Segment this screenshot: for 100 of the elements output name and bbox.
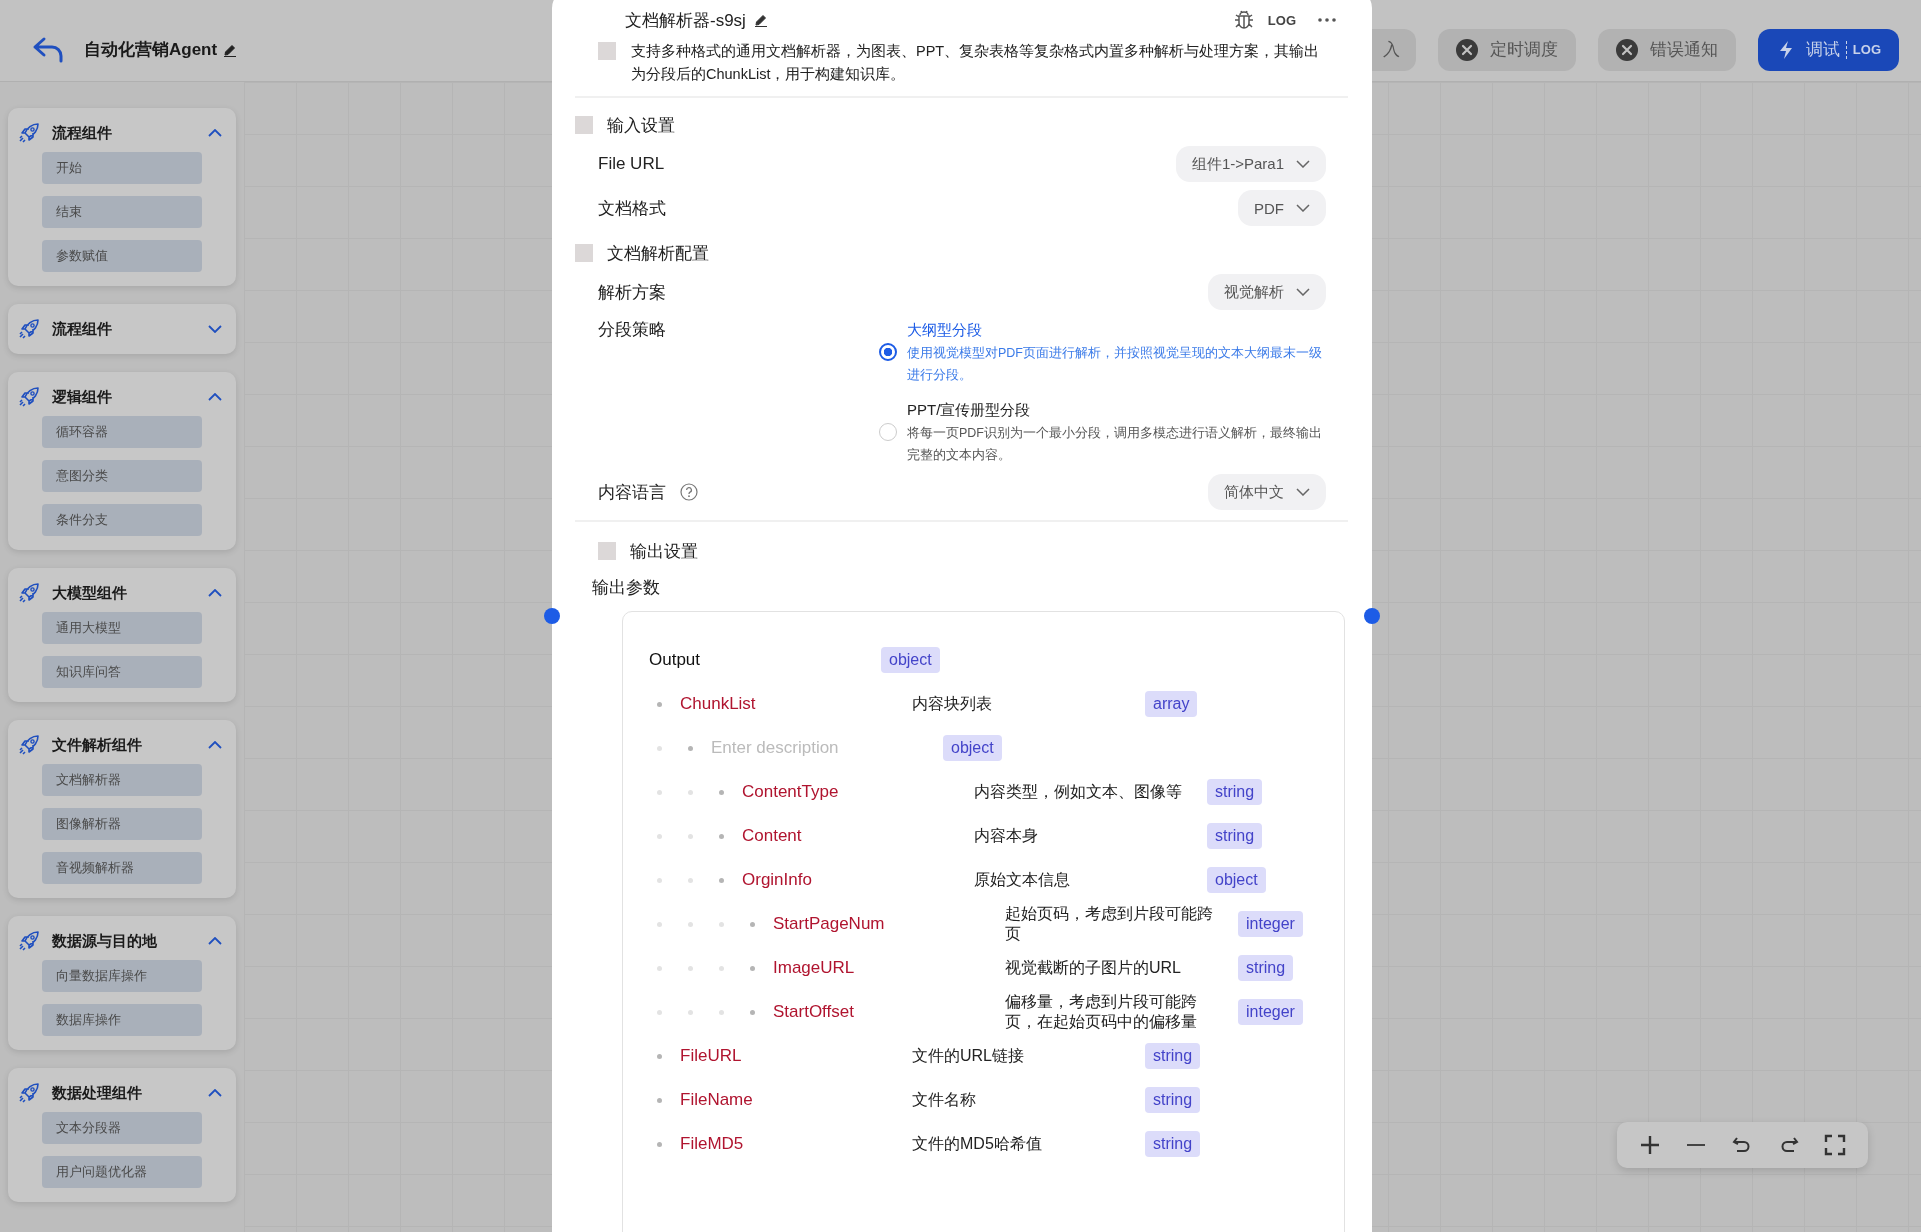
sidebar-item[interactable]: 数据库操作: [42, 1004, 202, 1036]
chevron-up-icon[interactable]: [208, 937, 222, 945]
sidebar-item[interactable]: 结束: [42, 196, 202, 228]
group-title: 流程组件: [52, 319, 113, 339]
chevron-down-icon[interactable]: [208, 325, 222, 333]
sidebar-item[interactable]: 文档解析器: [42, 764, 202, 796]
connection-handle[interactable]: [1364, 608, 1380, 624]
fullscreen-icon[interactable]: [1823, 1134, 1846, 1156]
bullet-icon: [719, 877, 724, 883]
chevron-down-icon: [1296, 288, 1310, 296]
bullet-icon: [750, 1009, 755, 1015]
option-description: 使用视觉模型对PDF页面进行解析，并按照视觉呈现的文本大纲最末一级进行分段。: [907, 345, 1323, 384]
toolbar-button[interactable]: 错误通知: [1597, 28, 1736, 71]
group-title: 逻辑组件: [52, 387, 113, 407]
param-description: 文件的MD5哈希值: [912, 1134, 1043, 1154]
log-link[interactable]: LOG: [1267, 12, 1296, 28]
app-title: 自动化营销Agent: [84, 39, 218, 61]
bullet-icon: [657, 877, 662, 883]
field-label: 解析方案: [598, 281, 666, 304]
sidebar-item[interactable]: 音视频解析器: [42, 852, 202, 884]
bullet-icon: [688, 921, 693, 927]
bullet-icon: [657, 965, 662, 971]
type-tag: integer: [1238, 999, 1303, 1025]
bullet-icon: [688, 965, 693, 971]
param-description: 文件的URL链接: [912, 1046, 1025, 1066]
bullet-icon: [719, 965, 724, 971]
bullet-icon: [657, 745, 662, 751]
sidebar-item[interactable]: 通用大模型: [42, 612, 202, 644]
dropdown[interactable]: 视觉解析: [1208, 274, 1326, 310]
debug-button[interactable]: 调试 LOG: [1757, 28, 1899, 71]
option-description: 将每一页PDF识别为一个最小分段，调用多模态进行语义解析，最终输出完整的文本内容。: [907, 425, 1323, 464]
sidebar-item[interactable]: 循环容器: [42, 416, 202, 448]
rocket-icon: [18, 1081, 42, 1105]
lightning-icon: [1777, 39, 1794, 60]
group-title: 数据源与目的地: [52, 931, 158, 951]
param-description: 内容本身: [974, 826, 1039, 846]
dropdown[interactable]: 简体中文: [1208, 474, 1326, 510]
param-name: ContentType: [742, 782, 840, 802]
bullet-icon: [657, 1097, 662, 1103]
rocket-icon: [18, 581, 42, 605]
sidebar-item[interactable]: 文本分段器: [42, 1112, 202, 1144]
bullet-icon: [688, 745, 693, 751]
sidebar-item[interactable]: 开始: [42, 152, 202, 184]
node-description: 支持多种格式的通用文档解析器，为图表、PPT、复杂表格等复杂格式内置多种解析与处理方案，其输出为分段后的ChunkList，用于构建知识库。: [631, 42, 1321, 84]
sidebar-item[interactable]: 意图分类: [42, 460, 202, 492]
chevron-up-icon[interactable]: [208, 589, 222, 597]
chevron-up-icon[interactable]: [208, 1089, 222, 1097]
bullet-icon: [750, 965, 755, 971]
param-name: Content: [742, 826, 803, 846]
type-tag: string: [1207, 823, 1263, 849]
bullet-icon: [657, 833, 662, 839]
type-tag: array: [1145, 691, 1198, 717]
chevron-up-icon[interactable]: [208, 741, 222, 749]
pencil-icon[interactable]: [223, 42, 238, 57]
back-arrow-icon[interactable]: [32, 35, 64, 64]
bullet-icon: [688, 877, 693, 883]
group-title: 文件解析组件: [52, 735, 143, 755]
option-title: 大纲型分段: [907, 320, 983, 340]
type-tag: string: [1145, 1131, 1201, 1157]
param-name: StartOffset: [773, 1002, 855, 1022]
field-label: File URL: [598, 154, 665, 174]
sidebar-item[interactable]: 参数赋值: [42, 240, 202, 272]
connection-handle[interactable]: [544, 608, 560, 624]
sidebar-item[interactable]: 用户问题优化器: [42, 1156, 202, 1188]
help-icon[interactable]: [680, 483, 698, 501]
zoom-in-icon[interactable]: [1639, 1134, 1662, 1156]
chevron-up-icon[interactable]: [208, 393, 222, 401]
rocket-icon: [18, 121, 42, 145]
param-description: 文件名称: [912, 1090, 977, 1110]
dropdown[interactable]: PDF: [1238, 190, 1326, 226]
field-label: 分段策略: [598, 319, 666, 341]
rocket-icon: [18, 733, 42, 757]
section-title: 输出设置: [630, 540, 698, 563]
sidebar-item[interactable]: 知识库问答: [42, 656, 202, 688]
more-icon[interactable]: [1318, 18, 1336, 22]
pencil-icon[interactable]: [753, 13, 768, 27]
rocket-icon: [18, 385, 42, 409]
param-name: FileMD5: [680, 1134, 745, 1154]
bullet-icon: [657, 789, 662, 795]
bullet-icon: [688, 833, 693, 839]
sidebar-item[interactable]: 图像解析器: [42, 808, 202, 840]
param-description: 偏移量，考虑到片段可能跨页，在起始页码中的偏移量: [1005, 992, 1198, 1032]
radio-button[interactable]: [879, 343, 897, 361]
dropdown[interactable]: 组件1->Para1: [1175, 146, 1326, 182]
group-title: 大模型组件: [52, 583, 128, 603]
param-name: ChunkList: [680, 694, 757, 714]
group-title: 流程组件: [52, 123, 113, 143]
param-description: 视觉截断的子图片的URL: [1005, 958, 1182, 978]
bullet-icon: [657, 1141, 662, 1147]
type-tag: string: [1145, 1043, 1201, 1069]
chevron-up-icon[interactable]: [208, 129, 222, 137]
bullet-icon: [657, 701, 662, 707]
sidebar-item[interactable]: 向量数据库操作: [42, 960, 202, 992]
param-description: 内容块列表: [912, 694, 993, 714]
type-tag: integer: [1238, 911, 1303, 937]
bullet-icon: [657, 1009, 662, 1015]
toolbar-button[interactable]: 定时调度: [1437, 28, 1576, 71]
sidebar-item[interactable]: 条件分支: [42, 504, 202, 536]
type-tag: string: [1207, 779, 1263, 805]
section-icon: [575, 116, 593, 134]
